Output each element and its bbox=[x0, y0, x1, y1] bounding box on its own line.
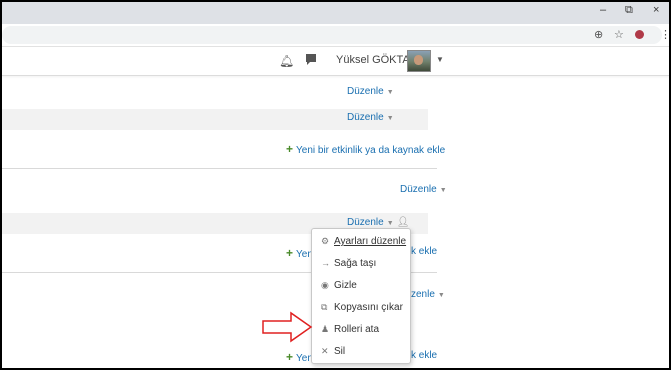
extension-icon[interactable] bbox=[635, 30, 644, 39]
add-activity-link[interactable]: + Yen bbox=[286, 246, 313, 260]
add-activity-link[interactable]: + Yen bbox=[286, 350, 313, 364]
close-button[interactable]: × bbox=[653, 4, 659, 16]
star-icon[interactable]: ☆ bbox=[614, 28, 624, 41]
section-edit-menu[interactable]: zenle ▼ bbox=[411, 289, 445, 300]
omnibox[interactable] bbox=[2, 26, 662, 44]
plus-icon: + bbox=[286, 142, 294, 156]
user-role-icon: ♟ bbox=[321, 324, 330, 334]
activity-edit-menu[interactable]: Düzenle ▼ bbox=[347, 112, 394, 123]
gear-icon: ⚙ bbox=[321, 236, 330, 246]
zoom-icon[interactable]: ⊕ bbox=[594, 28, 603, 41]
menu-item-delete[interactable]: ✕ Sil bbox=[321, 346, 345, 357]
menu-item-move-right[interactable]: → Sağa taşı bbox=[321, 258, 376, 269]
arrow-right-icon: → bbox=[321, 258, 330, 268]
add-activity-link-tail[interactable]: k ekle bbox=[411, 246, 437, 257]
add-activity-link[interactable]: + Yeni bir etkinlik ya da kaynak ekle bbox=[286, 142, 445, 156]
site-navbar: 🔔︎ Yüksel GÖKTAŞ ▼ bbox=[2, 47, 669, 76]
bell-icon[interactable]: 🔔︎ bbox=[279, 54, 294, 68]
add-activity-link-tail[interactable]: k ekle bbox=[411, 350, 437, 361]
message-icon[interactable] bbox=[306, 54, 316, 65]
chevron-down-icon[interactable]: ▼ bbox=[436, 55, 444, 64]
activity-action-menu: ⚙ Ayarları düzenle → Sağa taşı ◉ Gizle ⧉ Kop… bbox=[311, 228, 411, 364]
delete-icon: ✕ bbox=[321, 346, 329, 356]
user-name[interactable]: Yüksel GÖKTAŞ bbox=[336, 54, 417, 66]
tab-strip: – ⧉ × bbox=[2, 2, 669, 24]
minimize-button[interactable]: – bbox=[600, 4, 606, 16]
address-bar: ⊕ ☆ ⋮ bbox=[2, 24, 669, 47]
copy-icon: ⧉ bbox=[321, 302, 328, 312]
person-icon: 👤︎ bbox=[396, 217, 410, 228]
menu-item-duplicate[interactable]: ⧉ Kopyasını çıkar bbox=[321, 302, 403, 313]
avatar[interactable] bbox=[407, 50, 431, 72]
menu-item-hide[interactable]: ◉ Gizle bbox=[321, 280, 357, 291]
section-edit-menu[interactable]: Düzenle ▼ bbox=[400, 184, 447, 195]
activity-edit-menu[interactable]: Düzenle ▼ 👤︎ bbox=[347, 217, 409, 228]
restore-button[interactable]: ⧉ bbox=[625, 4, 633, 17]
eye-icon: ◉ bbox=[321, 280, 329, 290]
browser-menu-icon[interactable]: ⋮ bbox=[660, 28, 669, 41]
menu-item-assign-roles[interactable]: ♟ Rolleri ata bbox=[321, 324, 379, 335]
browser-window: – ⧉ × ⊕ ☆ ⋮ 🔔︎ Yüksel GÖKTAŞ ▼ Düzenle ▼ … bbox=[0, 0, 671, 370]
menu-item-edit-settings[interactable]: ⚙ Ayarları düzenle bbox=[321, 236, 406, 247]
section-edit-menu[interactable]: Düzenle ▼ bbox=[347, 86, 394, 97]
plus-icon: + bbox=[286, 246, 294, 260]
section-divider bbox=[2, 168, 437, 169]
annotation-arrow-icon bbox=[262, 311, 313, 343]
plus-icon: + bbox=[286, 350, 294, 364]
